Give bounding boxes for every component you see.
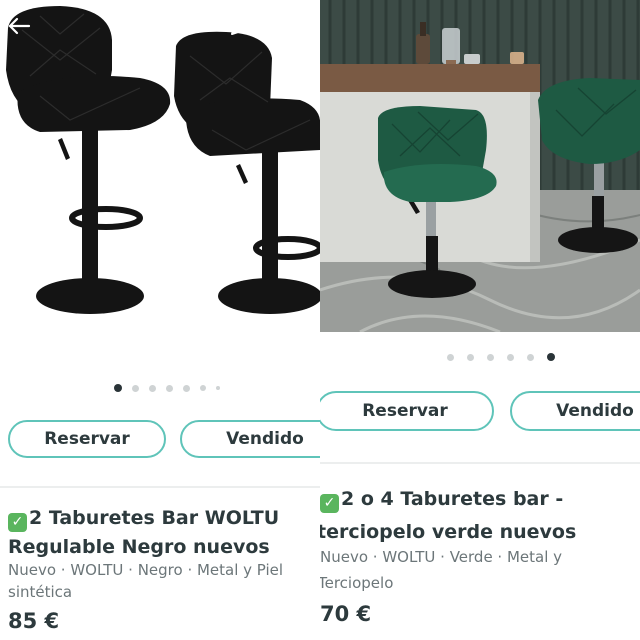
pagination-dot[interactable]	[200, 385, 206, 391]
checkmark-icon: ✓	[8, 513, 27, 532]
image-pagination	[447, 353, 565, 361]
pagination-dot-active[interactable]	[114, 384, 122, 392]
pagination-dot[interactable]	[216, 386, 220, 390]
black-bar-stools-image	[6, 6, 320, 314]
divider	[0, 486, 320, 488]
listing-panel-left: Reservar Vendido ✓ 2 Taburetes Bar WOLTU …	[0, 0, 320, 640]
pagination-dot[interactable]	[487, 353, 494, 361]
product-photo[interactable]	[320, 0, 640, 332]
pagination-dot[interactable]	[149, 384, 156, 392]
pagination-dot[interactable]	[166, 384, 173, 392]
pagination-dot[interactable]	[183, 384, 190, 392]
share-icon[interactable]	[270, 12, 298, 40]
checkmark-icon: ✓	[320, 494, 339, 513]
divider	[320, 462, 640, 464]
listing-title-line-2: terciopelo verde nuevos	[320, 521, 577, 543]
listing-title: ✓ 2 o 4 Taburetes bar -	[320, 485, 563, 513]
listing-price: 70 €	[320, 602, 372, 626]
listing-attributes-line-2: sintética	[8, 583, 73, 601]
green-velvet-bar-stools-image	[320, 0, 640, 332]
title-line-1: 2 o 4 Taburetes bar -	[341, 488, 564, 510]
title-line-1: 2 Taburetes Bar WOLTU	[29, 507, 280, 529]
image-pagination	[114, 384, 230, 392]
reserve-button[interactable]: Reservar	[8, 420, 166, 458]
pagination-dot[interactable]	[467, 353, 474, 361]
sold-button[interactable]: Vendido	[180, 420, 320, 458]
listing-attributes-line-2: Terciopelo	[320, 574, 394, 592]
reserve-button[interactable]: Reservar	[320, 391, 494, 431]
edit-pencil-icon[interactable]	[226, 12, 254, 40]
back-arrow-icon[interactable]	[6, 14, 32, 38]
listing-attributes: Nuevo · WOLTU · Negro · Metal y Piel	[8, 561, 284, 579]
listing-price: 85 €	[8, 609, 60, 633]
product-photo[interactable]	[0, 0, 320, 370]
pagination-dot[interactable]	[507, 353, 514, 361]
sold-button[interactable]: Vendido	[510, 391, 640, 431]
listing-title: ✓ 2 Taburetes Bar WOLTU	[8, 504, 279, 532]
listing-title-line-2: Regulable Negro nuevos	[8, 536, 270, 558]
listing-attributes: Nuevo · WOLTU · Verde · Metal y	[320, 548, 563, 566]
pagination-dot[interactable]	[447, 353, 454, 361]
pagination-dot[interactable]	[132, 384, 139, 392]
pagination-dot[interactable]	[527, 353, 534, 361]
listing-panel-right: Reservar Vendido ✓ 2 o 4 Taburetes bar - …	[320, 0, 640, 640]
pagination-dot-active[interactable]	[547, 353, 555, 361]
